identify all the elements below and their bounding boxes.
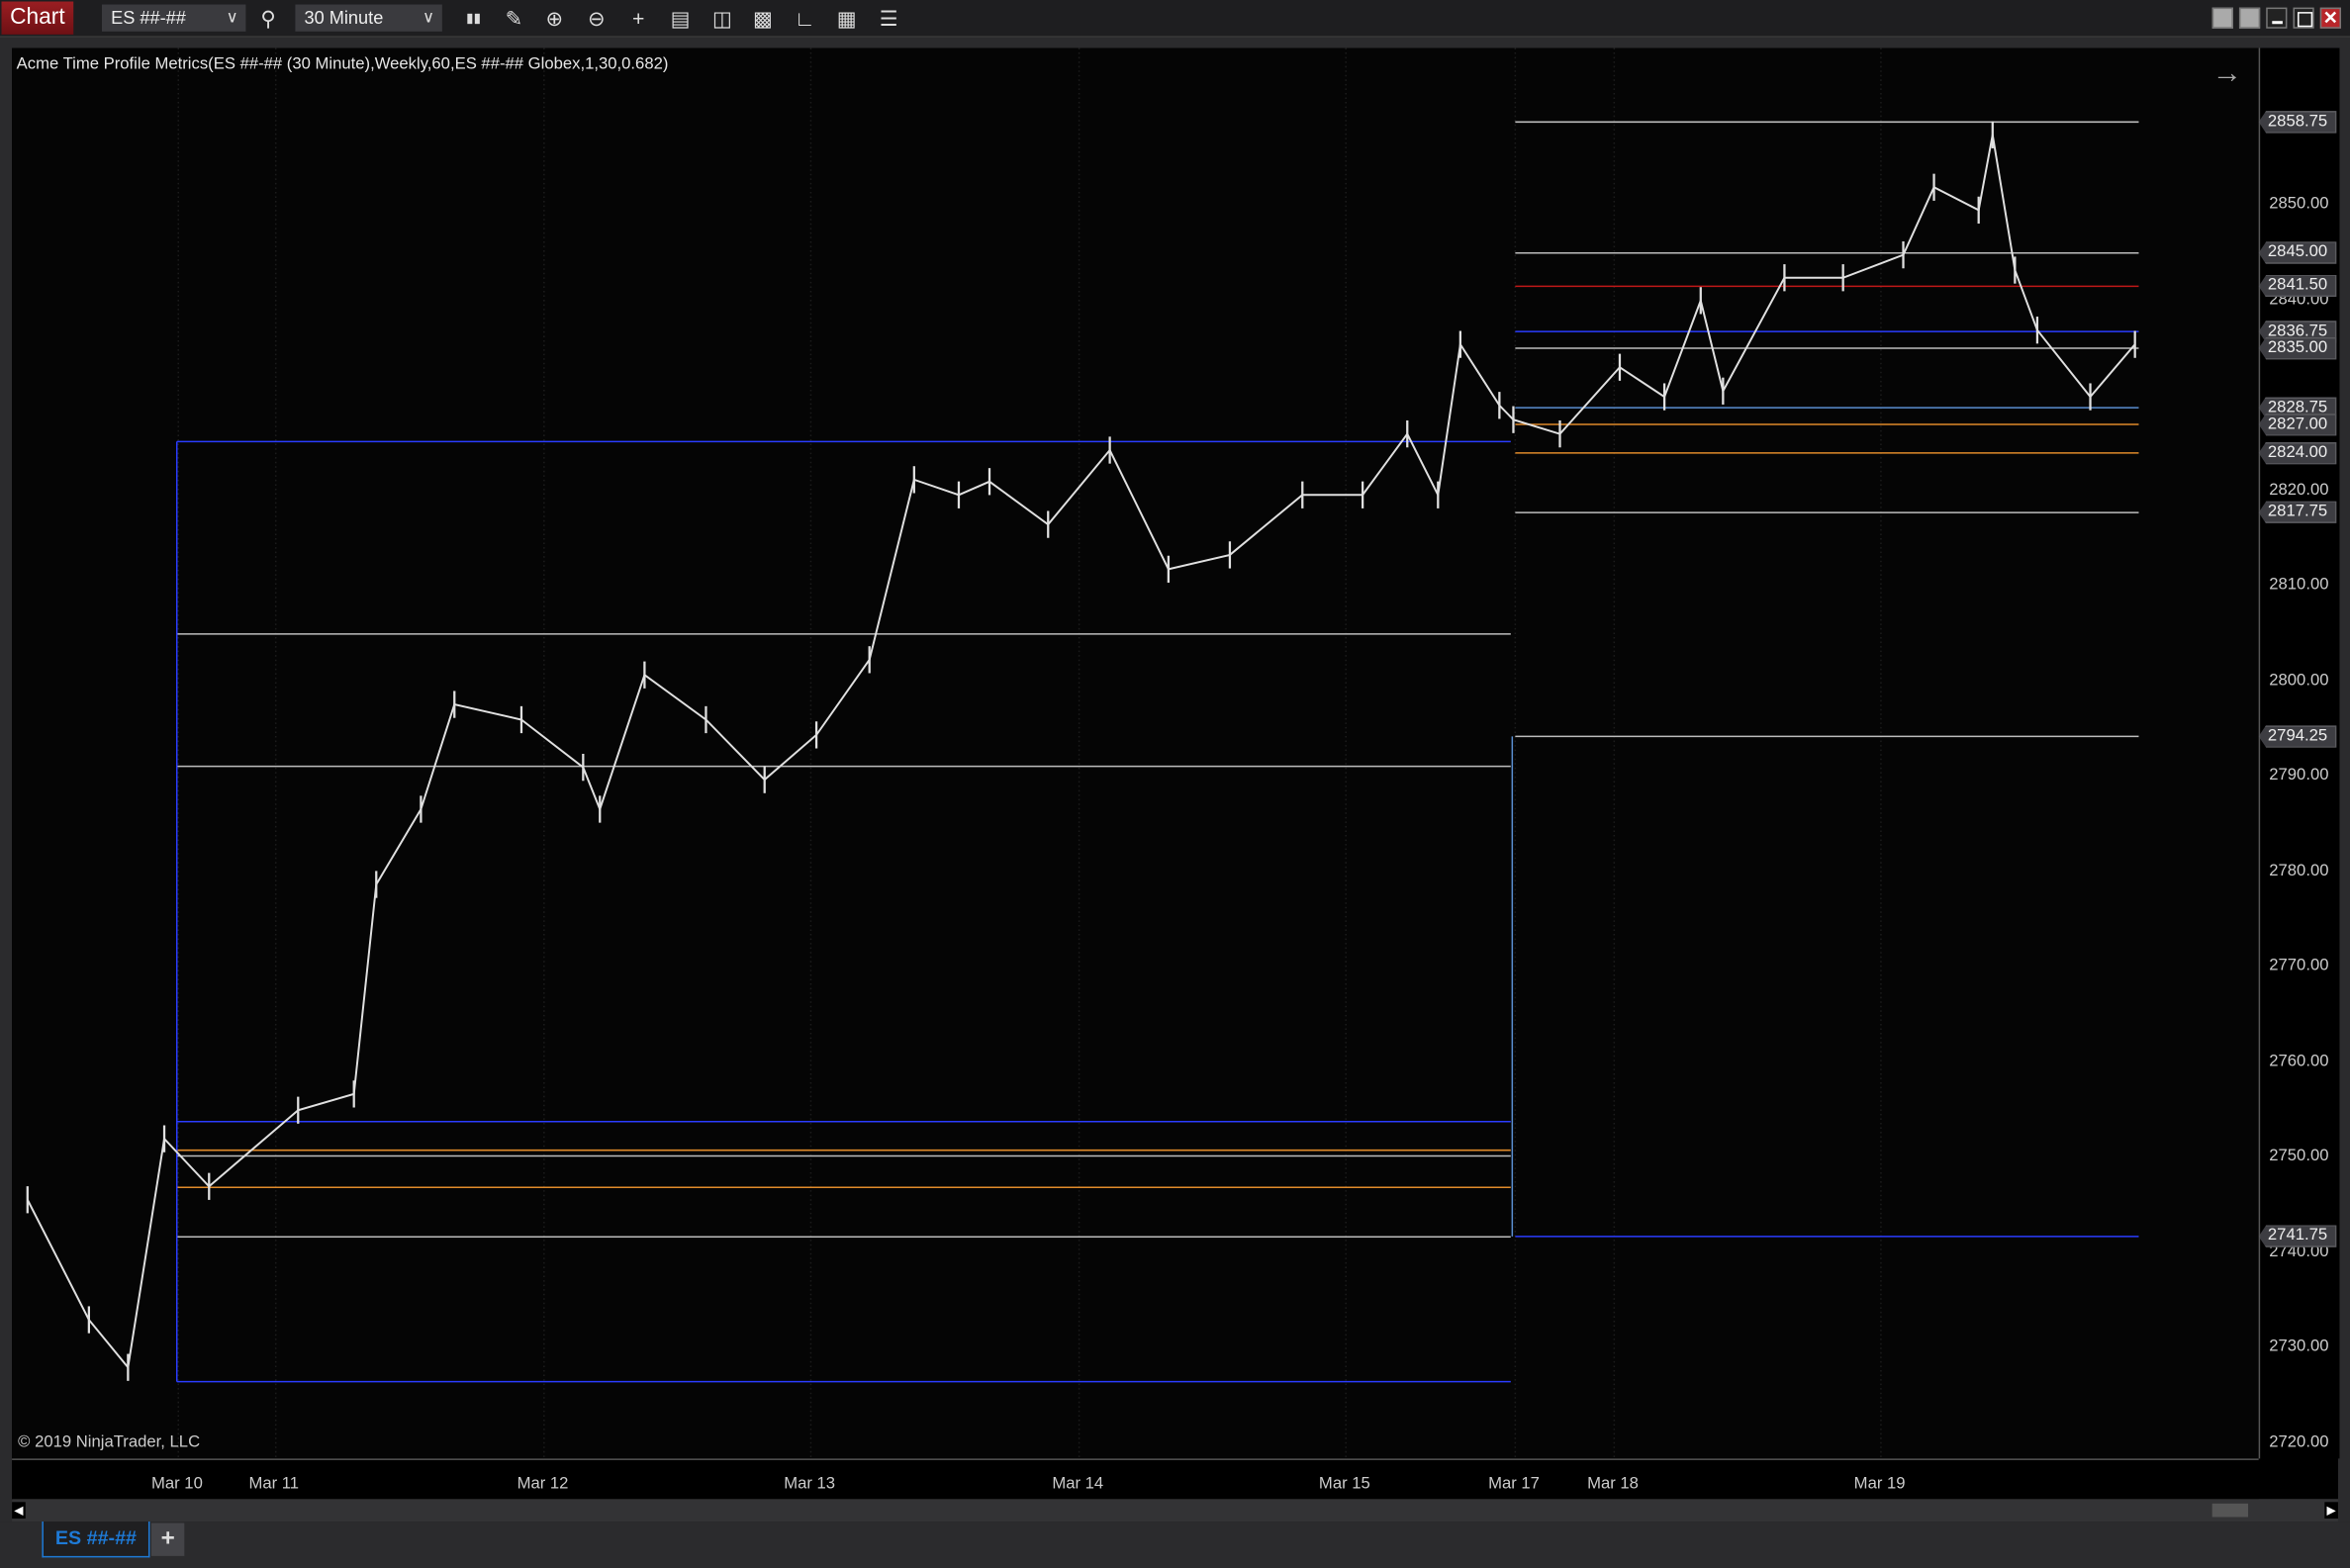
scrollbar-thumb[interactable] xyxy=(2211,1503,2249,1518)
price-tag: 2858.75 xyxy=(2258,110,2337,134)
price-tick-label: 2810.00 xyxy=(2269,576,2329,595)
time-tick-label: Mar 18 xyxy=(1587,1475,1639,1494)
price-tag: 2794.25 xyxy=(2258,724,2337,748)
time-tick-label: Mar 10 xyxy=(150,1475,203,1494)
price-tag: 2845.00 xyxy=(2258,241,2337,265)
tab-bar: ES ##-## + xyxy=(0,1522,2350,1568)
price-tick-label: 2850.00 xyxy=(2269,194,2329,214)
time-tick-label: Mar 19 xyxy=(1853,1475,1906,1494)
price-tick-label: 2760.00 xyxy=(2269,1052,2329,1070)
price-tick-label: 2820.00 xyxy=(2269,480,2329,499)
indicator-title: Acme Time Profile Metrics(ES ##-## (30 M… xyxy=(16,55,669,74)
add-tab-button[interactable]: + xyxy=(150,1522,185,1556)
price-tick-label: 2790.00 xyxy=(2269,766,2329,784)
time-tick-label: Mar 14 xyxy=(1052,1475,1104,1494)
price-tick-label: 2780.00 xyxy=(2269,861,2329,880)
arrow-right-icon[interactable]: → xyxy=(2212,58,2242,88)
time-tick-label: Mar 17 xyxy=(1488,1475,1540,1494)
scroll-right-icon[interactable]: ▶ xyxy=(2324,1502,2338,1519)
price-tick-label: 2730.00 xyxy=(2269,1337,2329,1356)
price-line xyxy=(26,135,2136,1370)
price-tag: 2824.00 xyxy=(2258,441,2337,465)
price-tag: 2841.50 xyxy=(2258,275,2337,298)
price-tick-label: 2750.00 xyxy=(2269,1147,2329,1165)
time-axis[interactable] xyxy=(12,1458,2259,1501)
copyright: © 2019 NinjaTrader, LLC xyxy=(18,1432,201,1451)
time-tick-label: Mar 15 xyxy=(1318,1475,1370,1494)
time-tick-label: Mar 12 xyxy=(517,1475,569,1494)
time-tick-label: Mar 13 xyxy=(784,1475,836,1494)
time-tick-label: Mar 11 xyxy=(248,1475,300,1494)
tab-es[interactable]: ES ##-## xyxy=(42,1522,150,1558)
price-tick-label: 2800.00 xyxy=(2269,671,2329,690)
price-tag: 2817.75 xyxy=(2258,501,2337,524)
horizontal-scrollbar[interactable]: ◀ ▶ xyxy=(12,1499,2338,1522)
price-tag: 2741.75 xyxy=(2258,1225,2337,1248)
price-tick-label: 2770.00 xyxy=(2269,957,2329,975)
price-tag: 2835.00 xyxy=(2258,336,2337,360)
chart-window: Chart ES ##-## ∨ ⚲ 30 Minute ∨ ▮▮ ✎ ⊕ ⊖ + ▤ ◫ ▩ ∟ ▦… xyxy=(0,0,2350,1568)
price-tag: 2827.00 xyxy=(2258,413,2337,436)
scroll-left-icon[interactable]: ◀ xyxy=(12,1502,26,1519)
chart-canvas xyxy=(26,47,2139,1459)
price-tick-label: 2720.00 xyxy=(2269,1432,2329,1451)
